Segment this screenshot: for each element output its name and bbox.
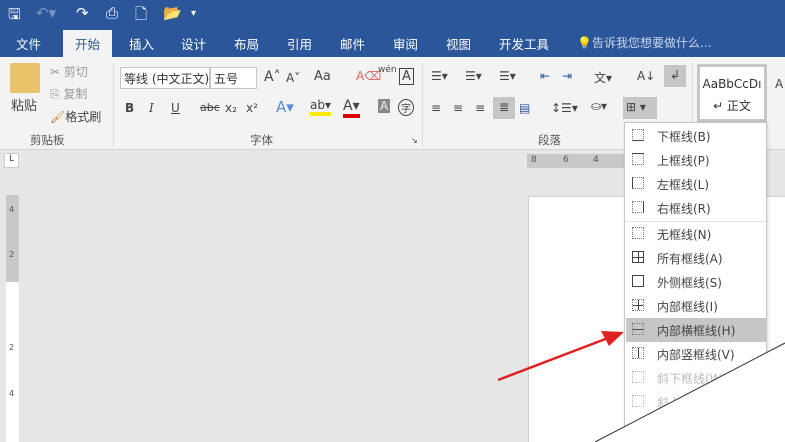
overlay	[497, 331, 785, 442]
red-arrow	[497, 336, 609, 382]
